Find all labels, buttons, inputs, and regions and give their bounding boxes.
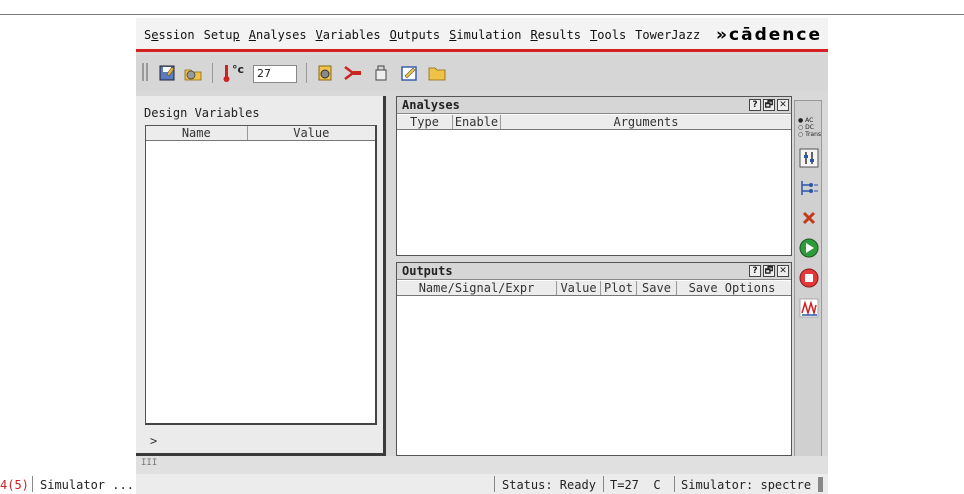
toolbar: °c 27 — [136, 55, 828, 91]
float-icon[interactable]: 🗗 — [763, 265, 775, 277]
design-variables-table[interactable]: Name Value — [145, 125, 377, 425]
menu-tools[interactable]: Tools — [590, 28, 626, 42]
menu-setup[interactable]: Setup — [204, 28, 240, 42]
analyses-title: Analyses — [402, 98, 460, 112]
column-header-name[interactable]: Name — [146, 126, 248, 140]
load-state-icon[interactable] — [182, 62, 204, 84]
plot-outputs-icon[interactable] — [798, 297, 820, 319]
expand-chevron-icon[interactable]: > — [150, 434, 157, 448]
column-header-value[interactable]: Value — [248, 126, 375, 140]
help-icon[interactable]: ? — [749, 99, 761, 111]
float-icon[interactable]: 🗗 — [763, 99, 775, 111]
outputs-table-header: Name/Signal/Expr Value Plot Save Save Op… — [397, 281, 791, 296]
menu-towerjazz[interactable]: TowerJazz — [635, 28, 700, 42]
status-message-left: Simulator ... — [40, 478, 134, 492]
stop-simulation-icon[interactable] — [798, 267, 820, 289]
temp-unit-label: °c — [232, 63, 245, 76]
analyses-panel: Analyses ? 🗗 ✕ Type Enable Arguments — [396, 96, 792, 256]
status-simulator: Simulator: spectre — [681, 478, 812, 492]
outputs-panel: Outputs ? 🗗 ✕ Name/Signal/Expr Value Plo… — [396, 262, 792, 456]
radio-trans: ○ Trans — [798, 131, 822, 138]
tune-sliders-icon[interactable] — [798, 147, 820, 169]
menu-outputs[interactable]: Outputs — [390, 28, 441, 42]
status-separator — [494, 476, 495, 492]
panel-splitter[interactable]: III — [136, 456, 828, 474]
table-header: Name Value — [146, 126, 375, 141]
menu-analyses[interactable]: Analyses — [249, 28, 307, 42]
select-nets-icon[interactable] — [342, 62, 364, 84]
close-icon[interactable]: ✕ — [777, 265, 789, 277]
toolbar-separator — [212, 63, 213, 83]
netlist-and-run-icon[interactable] — [798, 177, 820, 199]
column-header-arguments[interactable]: Arguments — [501, 115, 791, 129]
toolbar-separator — [306, 63, 307, 83]
analyses-title-bar: Analyses ? 🗗 ✕ — [397, 97, 791, 114]
column-header-plot[interactable]: Plot — [601, 281, 637, 295]
column-header-enable[interactable]: Enable — [453, 115, 501, 129]
menu-results[interactable]: Results — [530, 28, 581, 42]
status-separator — [32, 476, 33, 492]
column-header-signal[interactable]: Name/Signal/Expr — [397, 281, 557, 295]
analysis-radio-group[interactable]: ● AC ○ DC ○ Trans — [798, 117, 821, 138]
resize-grip[interactable] — [818, 477, 823, 492]
close-icon[interactable]: ✕ — [777, 99, 789, 111]
status-counter-text: 4(5) — [0, 478, 29, 492]
help-icon[interactable]: ? — [749, 265, 761, 277]
top-border — [0, 0, 964, 15]
analyses-table-header: Type Enable Arguments — [397, 115, 791, 130]
temperature-input[interactable]: 27 — [253, 65, 297, 83]
open-folder-icon[interactable] — [426, 62, 448, 84]
toolbar-grip[interactable] — [142, 63, 148, 81]
run-simulation-icon[interactable] — [798, 237, 820, 259]
status-separator — [674, 476, 675, 492]
cadence-logo: »cādence — [716, 25, 822, 45]
menu-bar: Session Setup Analyses Variables Outputs Simu… — [136, 18, 828, 52]
design-variables-title: Design Variables — [144, 106, 260, 120]
menu-items: Session Setup Analyses Variables Outputs Simu… — [144, 28, 709, 42]
column-header-type[interactable]: Type — [397, 115, 453, 129]
menu-session[interactable]: Session — [144, 28, 195, 42]
design-variables-panel: Design Variables Name Value > — [136, 96, 386, 456]
setup-model-icon[interactable] — [314, 62, 336, 84]
outputs-title: Outputs — [402, 264, 453, 278]
column-header-save[interactable]: Save — [637, 281, 677, 295]
radio-ac: ● AC — [798, 117, 814, 124]
delete-icon[interactable] — [798, 207, 820, 229]
menu-variables[interactable]: Variables — [316, 28, 381, 42]
column-header-value[interactable]: Value — [557, 281, 601, 295]
outputs-title-bar: Outputs ? 🗗 ✕ — [397, 263, 791, 280]
splitter-grip-icon: III — [141, 458, 158, 468]
status-temperature: T=27 C — [610, 478, 661, 492]
status-separator — [603, 476, 604, 492]
radio-dc: ○ DC — [798, 124, 814, 131]
column-header-save-options[interactable]: Save Options — [677, 281, 787, 295]
save-state-icon[interactable] — [156, 62, 178, 84]
status-state: Status: Ready — [502, 478, 596, 492]
edit-icon[interactable] — [398, 62, 420, 84]
right-sidebar: ● AC ○ DC ○ Trans — [794, 100, 822, 460]
netlist-icon[interactable] — [370, 62, 392, 84]
adexl-window: Session Setup Analyses Variables Outputs Simu… — [136, 18, 828, 494]
menu-simulation[interactable]: Simulation — [449, 28, 521, 42]
status-bar: 4(5) Simulator ... Status: Ready T=27 C … — [136, 474, 828, 494]
